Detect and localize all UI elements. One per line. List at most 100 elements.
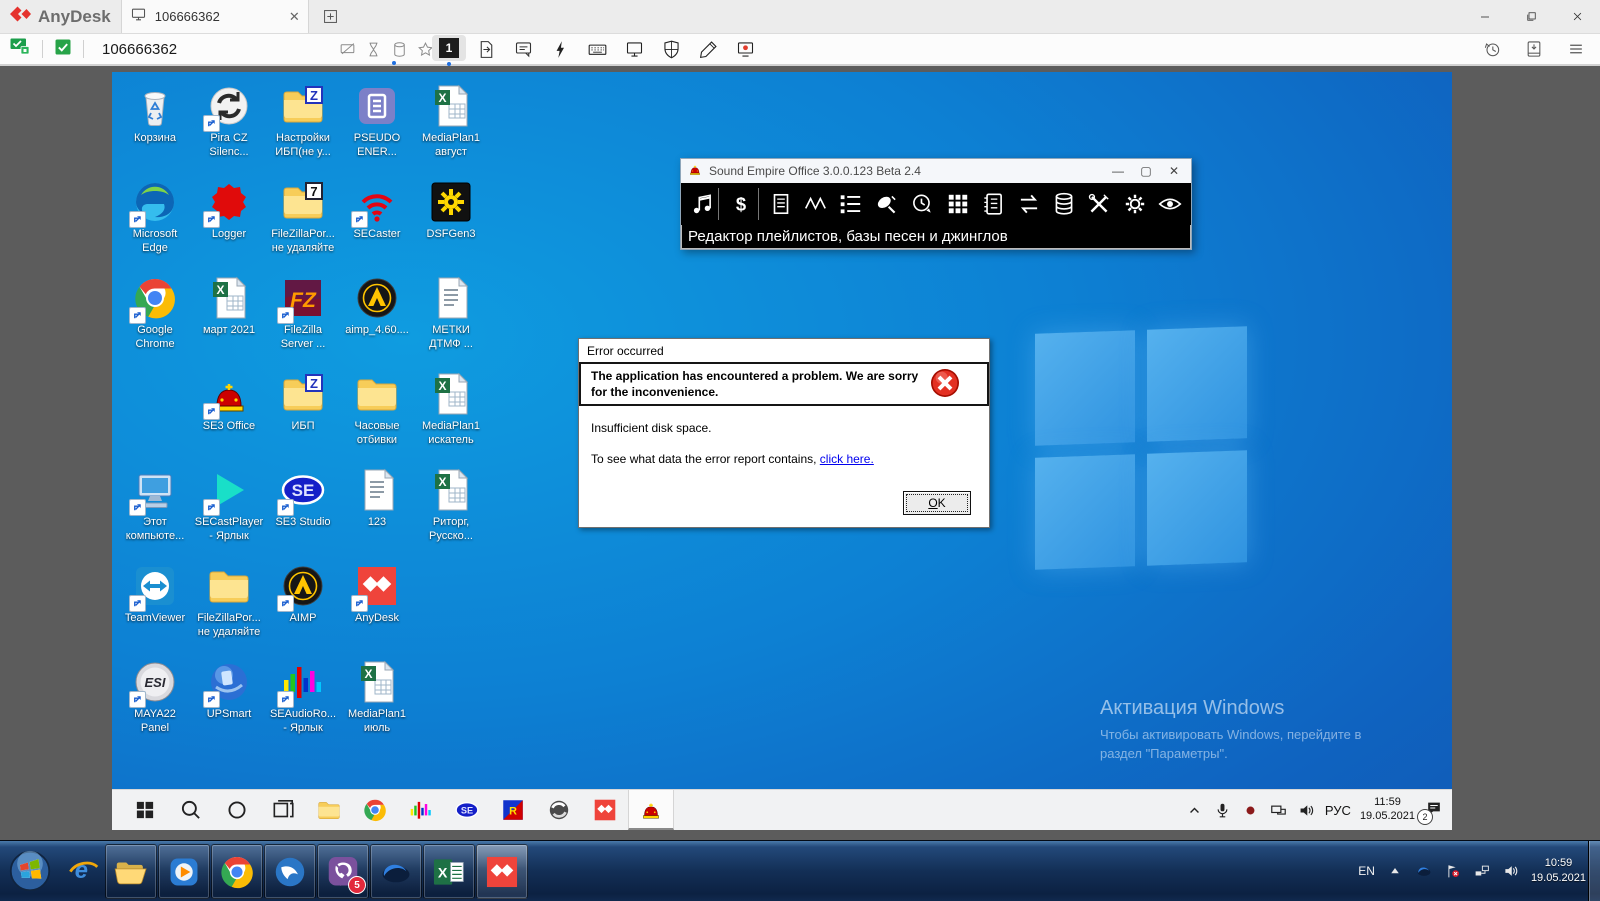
desktop-icon[interactable]: ZИБП xyxy=(266,364,340,460)
se-maximize-button[interactable]: ▢ xyxy=(1135,164,1157,178)
minimize-button[interactable] xyxy=(1462,0,1508,33)
se-tool-doc[interactable] xyxy=(764,188,797,220)
keyboard-icon[interactable] xyxy=(587,39,608,60)
taskbar-button-taskview[interactable] xyxy=(260,790,306,830)
speaker7-icon[interactable] xyxy=(1502,862,1520,880)
host-taskbar-button-wmp[interactable] xyxy=(158,844,210,899)
desktop-icon[interactable]: AnyDesk xyxy=(340,556,414,652)
desktop-icon[interactable]: aimp_4.60.... xyxy=(340,268,414,364)
host-clock[interactable]: 10:59 19.05.2021 xyxy=(1531,856,1586,886)
taskbar-button-cortana[interactable] xyxy=(214,790,260,830)
desktop-icon[interactable]: МЕТКИ ДТМФ ... xyxy=(414,268,488,364)
host-taskbar-button-swoosh[interactable] xyxy=(370,844,422,899)
se-tool-eye[interactable] xyxy=(1153,188,1186,220)
desktop-icon[interactable]: Microsoft Edge xyxy=(118,172,192,268)
record-icon[interactable] xyxy=(735,39,756,60)
history-icon[interactable] xyxy=(1482,39,1502,59)
desktop-icon[interactable]: Корзина xyxy=(118,76,192,172)
host-taskbar-button-excel-app[interactable]: X xyxy=(423,844,475,899)
shield-icon[interactable] xyxy=(661,39,682,60)
desktop-icon[interactable]: Xмарт 2021 xyxy=(192,268,266,364)
chat-icon[interactable] xyxy=(513,39,534,60)
taskbar-button-eq-bars[interactable] xyxy=(398,790,444,830)
remote-clock[interactable]: 11:59 19.05.2021 xyxy=(1360,796,1415,824)
desktop-icon[interactable]: XMediaPlan1 искатель xyxy=(414,364,488,460)
screen-off-icon[interactable] xyxy=(338,40,357,59)
taskbar-button-r-icon[interactable]: R xyxy=(490,790,536,830)
disk-icon[interactable] xyxy=(390,40,409,59)
taskbar-button-start[interactable] xyxy=(122,790,168,830)
desktop-icon[interactable]: SEAudioRo... - Ярлык xyxy=(266,652,340,748)
lightning-icon[interactable] xyxy=(550,39,571,60)
se-minimize-button[interactable]: — xyxy=(1107,164,1129,178)
swoosh-icon[interactable] xyxy=(1415,862,1433,880)
se-tool-dish[interactable] xyxy=(870,188,903,220)
desktop-icon[interactable]: SECaster xyxy=(340,172,414,268)
desktop-icon[interactable]: UPSmart xyxy=(192,652,266,748)
desktop-icon[interactable]: ZНастройки ИБП(не у... xyxy=(266,76,340,172)
desktop-icon[interactable]: ESIMAYA22 Panel xyxy=(118,652,192,748)
sound-empire-titlebar[interactable]: Sound Empire Office 3.0.0.123 Beta 2.4 —… xyxy=(681,159,1191,183)
se-tool-database[interactable] xyxy=(1047,188,1080,220)
taskbar-button-folder[interactable] xyxy=(306,790,352,830)
host-language-indicator[interactable]: EN xyxy=(1358,864,1375,878)
desktop-icon[interactable]: TeamViewer xyxy=(118,556,192,652)
se-tool-gear[interactable] xyxy=(1118,188,1151,220)
se-tool-notebook[interactable] xyxy=(976,188,1009,220)
pencil-icon[interactable] xyxy=(698,39,719,60)
taskbar-button-chrome[interactable] xyxy=(352,790,398,830)
host-taskbar-button-anydesk-icon[interactable] xyxy=(476,844,528,899)
desktop-icon[interactable]: DSFGen3 xyxy=(414,172,488,268)
host-taskbar-button-chrome[interactable] xyxy=(211,844,263,899)
remote-desktop[interactable]: КорзинаPira CZ Silenc...ZНастройки ИБП(н… xyxy=(112,72,1452,830)
net7-icon[interactable] xyxy=(1473,862,1491,880)
desktop-icon[interactable]: FZFileZilla Server ... xyxy=(266,268,340,364)
host-taskbar-button-explorer7[interactable] xyxy=(105,844,157,899)
menu-icon[interactable] xyxy=(1566,39,1586,59)
desktop-icon[interactable]: SE3 Office xyxy=(192,364,266,460)
taskbar-button-swirl[interactable] xyxy=(536,790,582,830)
desktop-icon[interactable]: Часовые отбивки xyxy=(340,364,414,460)
network-icon[interactable] xyxy=(1269,801,1288,820)
desktop-icon[interactable]: AIMP xyxy=(266,556,340,652)
monitor-select-button[interactable]: 1 xyxy=(432,35,466,61)
se-tool-dollar[interactable]: $ xyxy=(724,188,758,220)
tab-close-icon[interactable]: ✕ xyxy=(289,9,300,25)
desktop-icon[interactable]: FileZillaPor... не удаляйте xyxy=(192,556,266,652)
desktop-icon[interactable]: XMediaPlan1 июль xyxy=(340,652,414,748)
file-arrow-icon[interactable] xyxy=(476,39,497,60)
se-tool-tools[interactable] xyxy=(1083,188,1116,220)
desktop-icon[interactable]: 7FileZillaPor... не удаляйте xyxy=(266,172,340,268)
desktop-icon[interactable]: Logger xyxy=(192,172,266,268)
desktop-icon[interactable]: Google Chrome xyxy=(118,268,192,364)
se-tool-clock[interactable] xyxy=(906,188,939,220)
taskbar-button-anydesk-icon[interactable] xyxy=(582,790,628,830)
desktop-icon[interactable]: XРиторг, Русско... xyxy=(414,460,488,556)
book-icon[interactable] xyxy=(1524,39,1544,59)
session-tab[interactable]: 106666362 ✕ xyxy=(121,0,309,33)
tri-up-icon[interactable] xyxy=(1386,862,1404,880)
se-close-button[interactable]: ✕ xyxy=(1163,164,1185,178)
se-tool-wave[interactable] xyxy=(799,188,832,220)
se-tool-grid[interactable] xyxy=(941,188,974,220)
chevron-up-icon[interactable] xyxy=(1185,801,1204,820)
taskbar-button-se-oval[interactable]: SE xyxy=(444,790,490,830)
taskbar-button-search[interactable] xyxy=(168,790,214,830)
show-desktop-button[interactable] xyxy=(1588,841,1600,901)
close-button[interactable] xyxy=(1554,0,1600,33)
host-taskbar-button-viber[interactable]: 5 xyxy=(317,844,369,899)
se-tool-list[interactable] xyxy=(835,188,868,220)
action-center-button[interactable]: 2 xyxy=(1424,798,1444,823)
se-tool-swap[interactable] xyxy=(1012,188,1045,220)
desktop-icon[interactable]: Pira CZ Silenc... xyxy=(192,76,266,172)
flag-x-icon[interactable] xyxy=(1444,862,1462,880)
internet-explorer-button[interactable]: e xyxy=(64,851,102,894)
remote-language-indicator[interactable]: РУС xyxy=(1325,803,1351,818)
desktop-icon[interactable]: SESE3 Studio xyxy=(266,460,340,556)
desktop-icon[interactable]: PSEUDO ENER... xyxy=(340,76,414,172)
desktop-icon[interactable]: 123 xyxy=(340,460,414,556)
desktop-icon[interactable]: SECastPlayer - Ярлык xyxy=(192,460,266,556)
red-dot-icon[interactable] xyxy=(1241,801,1260,820)
host-taskbar-button-thunderbird[interactable] xyxy=(264,844,316,899)
monitor-icon[interactable] xyxy=(624,39,645,60)
